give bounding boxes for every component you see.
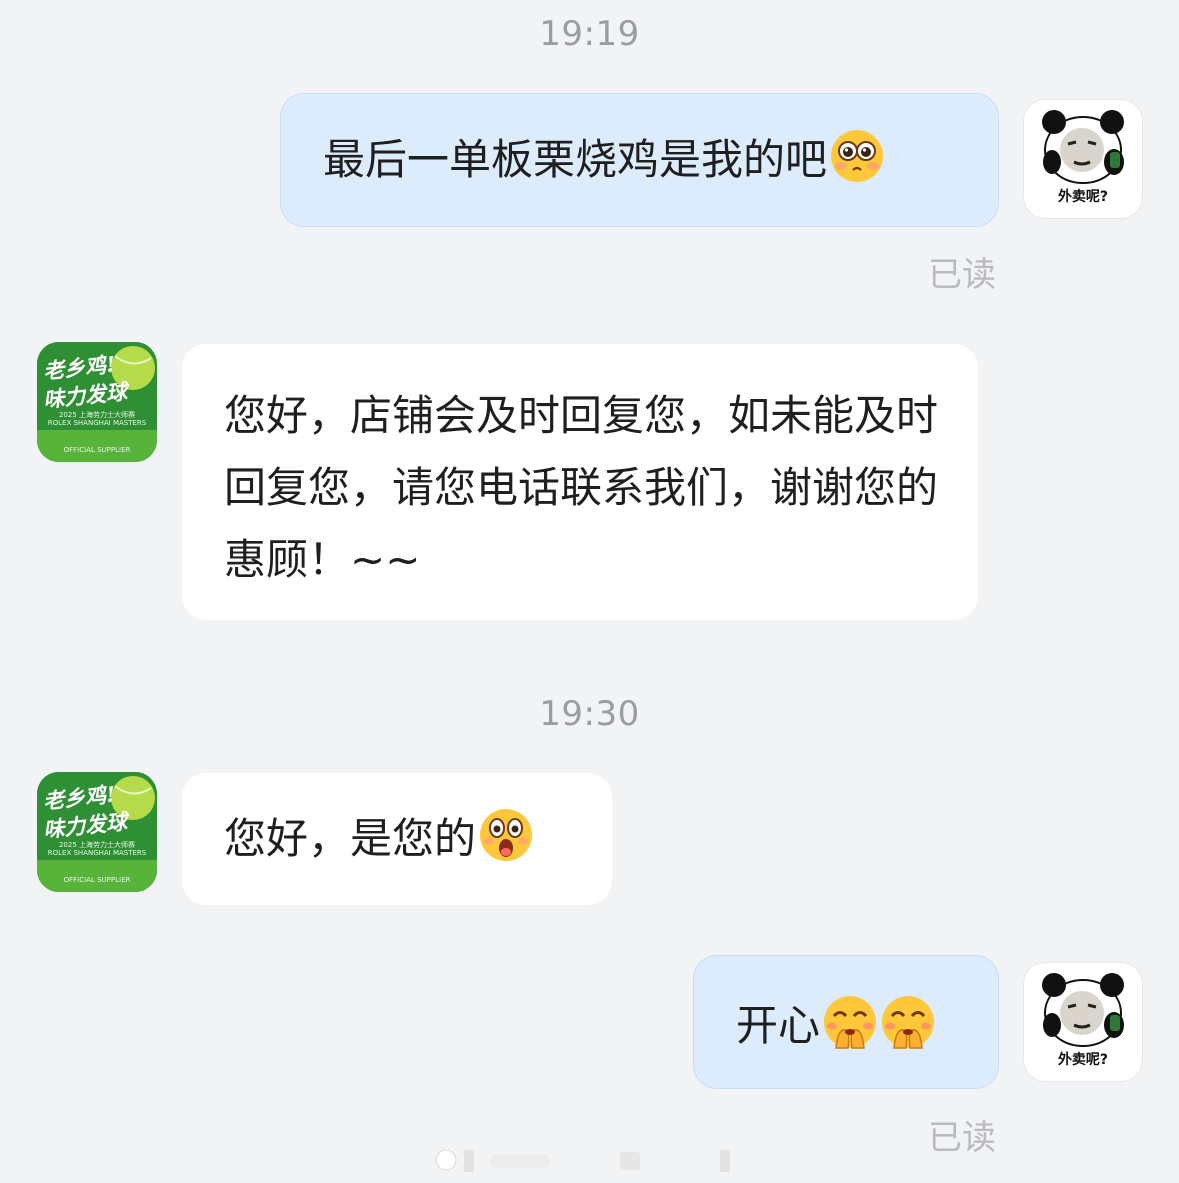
face-with-hand-over-mouth-icon (882, 996, 935, 1049)
avatar-caption: 外卖呢? (1057, 1052, 1109, 1068)
panda-meme-icon (1042, 973, 1124, 1047)
face-with-hand-over-mouth-icon (824, 996, 877, 1049)
astonished-face-icon (480, 809, 533, 861)
outgoing-message-bubble[interactable]: 开心 (693, 955, 999, 1089)
message-text: 开心 (736, 1001, 821, 1050)
shop-logo-supplier: OFFICIAL SUPPLIER (63, 876, 131, 884)
shop-avatar[interactable]: 老乡鸡! 味力发球 2025 上海劳力士大师赛 ROLEX SHANGHAI M… (37, 342, 157, 462)
message-text: 您好，是您的 (224, 814, 477, 863)
user-avatar[interactable]: 外卖呢? (1023, 99, 1143, 219)
message-text: 最后一单板栗烧鸡是我的吧 (323, 135, 828, 184)
timestamp: 19:30 (539, 694, 640, 734)
pleading-face-icon (831, 130, 884, 182)
read-receipt: 已读 (928, 1118, 996, 1158)
read-receipt: 已读 (928, 255, 996, 295)
avatar-caption: 外卖呢? (1057, 189, 1109, 205)
incoming-message-bubble[interactable]: 您好，店铺会及时回复您，如未能及时回复您，请您电话联系我们，谢谢您的惠顾！~~ (182, 344, 978, 620)
incoming-message-bubble[interactable]: 您好，是您的 (182, 773, 612, 905)
user-avatar[interactable]: 外卖呢? (1023, 962, 1143, 1082)
shop-logo-supplier: OFFICIAL SUPPLIER (63, 446, 131, 454)
shop-avatar[interactable]: 老乡鸡! 味力发球 2025 上海劳力士大师赛 ROLEX SHANGHAI M… (37, 772, 157, 892)
message-text: 您好，店铺会及时回复您，如未能及时回复您，请您电话联系我们，谢谢您的惠顾！~~ (224, 391, 939, 584)
timestamp: 19:19 (539, 14, 640, 54)
shop-logo-event-en: ROLEX SHANGHAI MASTERS (47, 849, 147, 857)
panda-meme-icon (1042, 110, 1124, 184)
shop-logo-event-en: ROLEX SHANGHAI MASTERS (47, 419, 147, 427)
watermark-icon (435, 1149, 730, 1172)
outgoing-message-bubble[interactable]: 最后一单板栗烧鸡是我的吧 (280, 93, 999, 227)
